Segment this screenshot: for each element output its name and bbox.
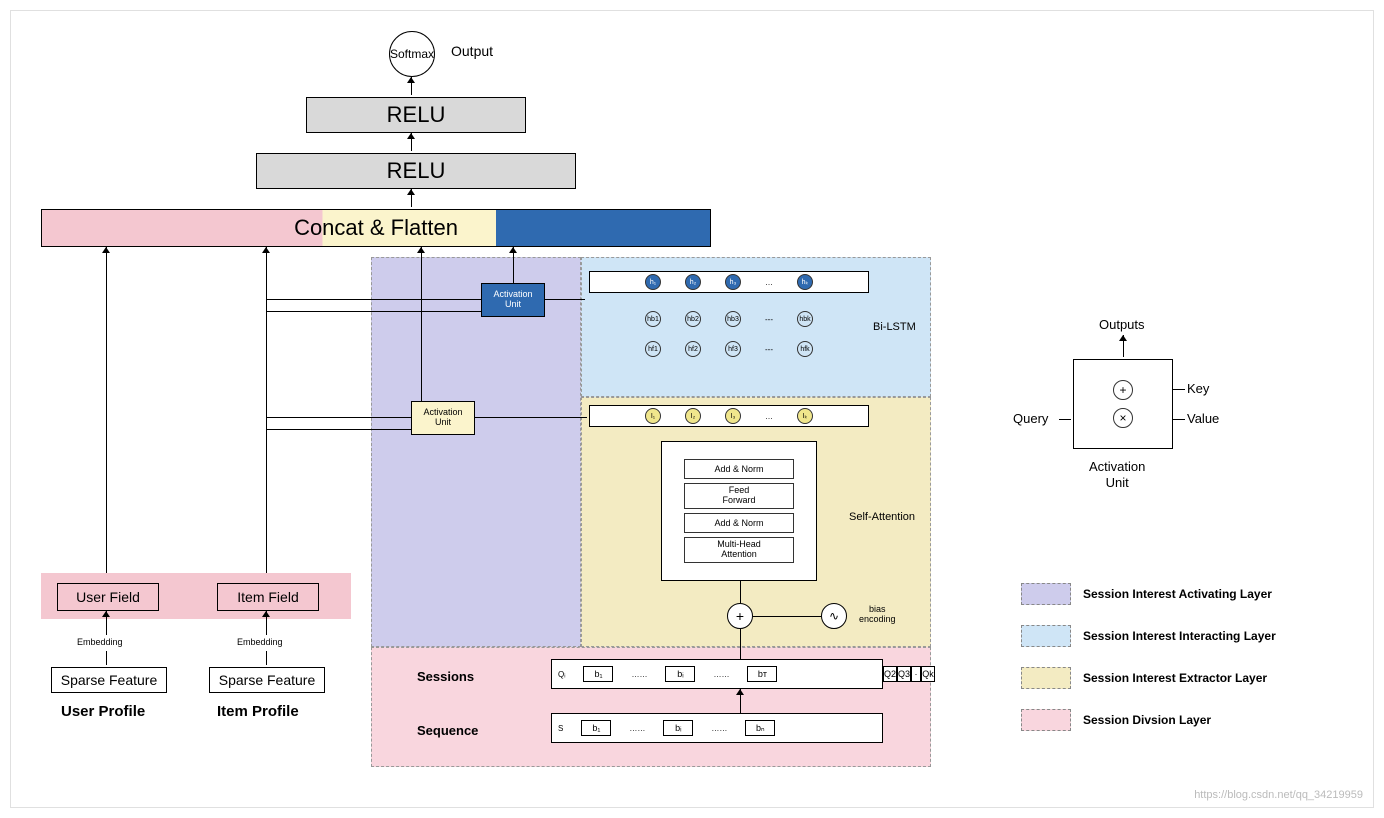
legend-extractor: Session Interest Extractor Layer — [1021, 667, 1267, 689]
sparse-item: Sparse Feature — [209, 667, 325, 693]
hf2: hf2 — [685, 341, 701, 357]
bt-q: bᴛ — [747, 666, 777, 682]
hbk: hbk — [797, 311, 813, 327]
au-box: + × — [1073, 359, 1173, 449]
concat-flatten: Concat & Flatten — [41, 209, 711, 247]
h-row: h₁ h₂ h₃ … hₖ — [589, 271, 869, 293]
plus-node: + — [727, 603, 753, 629]
hf3: hf3 — [725, 341, 741, 357]
relu-top: RELU — [306, 97, 526, 133]
b1-s: b₁ — [581, 720, 611, 736]
au-key: Key — [1187, 381, 1209, 396]
b1-q: b₁ — [583, 666, 613, 682]
i-ellipsis: … — [765, 412, 773, 421]
watermark: https://blog.csdn.net/qq_34219959 — [1194, 789, 1363, 801]
relu-bottom: RELU — [256, 153, 576, 189]
h1-node: h₁ — [645, 274, 661, 290]
q-label: Qᵢ — [558, 670, 565, 679]
sparse-user: Sparse Feature — [51, 667, 167, 693]
hf-row: hf1 hf2 hf3 --- hfk — [589, 341, 869, 357]
h-ellipsis: … — [765, 278, 773, 287]
self-attention-label: Self-Attention — [849, 511, 915, 523]
legend-swatch-khaki — [1021, 667, 1071, 689]
bn-s: bₙ — [745, 720, 775, 736]
au-times-icon: × — [1113, 408, 1133, 428]
legend-division: Session Divsion Layer — [1021, 709, 1211, 731]
item-profile: Item Profile — [217, 703, 299, 720]
user-field: User Field — [57, 583, 159, 611]
softmax-node: Softmax — [389, 31, 435, 77]
sessions-container: Qᵢ b₁ …… bᵢ …… bᴛ — [551, 659, 883, 689]
legend-interacting-text: Session Interest Interacting Layer — [1083, 629, 1276, 643]
ik: Iₖ — [797, 408, 813, 424]
bias-encoding-label: bias encoding — [859, 605, 896, 625]
activation-unit-upper: Activation Unit — [481, 283, 545, 317]
hfk: hfk — [797, 341, 813, 357]
bilstm-label: Bi-LSTM — [873, 321, 916, 333]
add-norm-1: Add & Norm — [684, 459, 794, 479]
multi-head-attn: Multi-Head Attention — [684, 537, 794, 563]
sequence-label: Sequence — [417, 723, 478, 738]
hb1: hb1 — [645, 311, 661, 327]
bi-s: bᵢ — [663, 720, 693, 736]
h3-node: h₃ — [725, 274, 741, 290]
s-label: S — [558, 724, 563, 733]
bias-sine-icon: ∿ — [821, 603, 847, 629]
sequence-container: S b₁ …… bᵢ …… bₙ — [551, 713, 883, 743]
user-profile: User Profile — [61, 703, 145, 720]
au-outputs: Outputs — [1099, 317, 1145, 332]
i-row: I₁ I₂ I₃ … Iₖ — [589, 405, 869, 427]
legend-division-text: Session Divsion Layer — [1083, 713, 1211, 727]
legend-interacting: Session Interest Interacting Layer — [1021, 625, 1276, 647]
embed-item: Embedding — [237, 637, 283, 647]
au-query: Query — [1013, 411, 1048, 426]
legend-swatch-blue — [1021, 625, 1071, 647]
au-value: Value — [1187, 411, 1219, 426]
feed-forward: Feed Forward — [684, 483, 794, 509]
sessions-label: Sessions — [417, 669, 474, 684]
i3: I₃ — [725, 408, 741, 424]
bi-q: bᵢ — [665, 666, 695, 682]
au-label: Activation Unit — [1089, 459, 1145, 490]
embed-user: Embedding — [77, 637, 123, 647]
h2-node: h₂ — [685, 274, 701, 290]
au-plus-icon: + — [1113, 380, 1133, 400]
concat-text: Concat & Flatten — [294, 215, 458, 241]
legend-swatch-purple — [1021, 583, 1071, 605]
hb-row: hb1 hb2 hb3 --- hbk — [589, 311, 869, 327]
legend-swatch-pink — [1021, 709, 1071, 731]
hf1: hf1 — [645, 341, 661, 357]
self-attention-block: Add & Norm Feed Forward Add & Norm Multi… — [661, 441, 817, 581]
legend-activating-text: Session Interest Activating Layer — [1083, 587, 1272, 601]
i2: I₂ — [685, 408, 701, 424]
i1: I₁ — [645, 408, 661, 424]
softmax-text: Softmax — [390, 47, 434, 61]
hk-node: hₖ — [797, 274, 813, 290]
legend-extractor-text: Session Interest Extractor Layer — [1083, 671, 1267, 685]
hb3: hb3 — [725, 311, 741, 327]
legend-activating: Session Interest Activating Layer — [1021, 583, 1272, 605]
q-tail: Q2 Q3 · Qk — [883, 659, 935, 689]
add-norm-2: Add & Norm — [684, 513, 794, 533]
hb2: hb2 — [685, 311, 701, 327]
item-field: Item Field — [217, 583, 319, 611]
activation-unit-lower: Activation Unit — [411, 401, 475, 435]
activating-layer-bg — [371, 257, 581, 647]
output-label: Output — [451, 43, 493, 59]
